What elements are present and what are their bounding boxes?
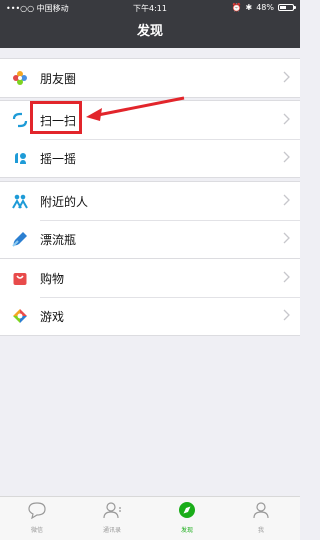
menu-label: 朋友圈 xyxy=(40,71,77,86)
menu-item-nearby[interactable]: 附近的人 xyxy=(0,182,300,220)
shopping-icon xyxy=(12,270,28,286)
drift-bottle-icon xyxy=(12,231,28,247)
tab-chats[interactable]: 微信 xyxy=(7,501,67,534)
chevron-right-icon xyxy=(283,271,290,283)
tab-bar: 微信 通讯录 发现 我 xyxy=(0,496,300,540)
menu-label: 附近的人 xyxy=(40,194,89,209)
chevron-right-icon xyxy=(283,71,290,83)
bluetooth-icon: ✱ xyxy=(245,3,253,12)
contacts-icon xyxy=(103,502,121,519)
chevron-right-icon xyxy=(283,113,290,125)
tab-me[interactable]: 我 xyxy=(231,501,291,534)
tab-label: 通讯录 xyxy=(102,527,121,534)
menu-item-shake[interactable]: 摇一摇 xyxy=(0,139,300,177)
tab-discover[interactable]: 发现 xyxy=(157,501,217,534)
discover-icon xyxy=(179,502,195,518)
battery-fill xyxy=(280,6,286,9)
menu-label: 游戏 xyxy=(40,309,65,324)
me-icon xyxy=(253,502,269,519)
group-nearby-bottle: 附近的人 漂流瓶 xyxy=(0,181,300,259)
alarm-icon: ⏰ xyxy=(231,3,242,12)
moments-icon xyxy=(12,70,28,86)
chevron-right-icon xyxy=(283,232,290,244)
tab-label: 发现 xyxy=(180,527,193,534)
tab-contacts[interactable]: 通讯录 xyxy=(82,501,142,534)
annotation-arrow xyxy=(86,96,185,121)
menu-label: 购物 xyxy=(40,271,65,286)
games-icon xyxy=(12,308,28,324)
status-right: ⏰ ✱ 48% xyxy=(231,3,296,12)
chevron-right-icon xyxy=(283,194,290,206)
menu-label: 漂流瓶 xyxy=(40,232,77,247)
battery-icon xyxy=(278,4,296,11)
nearby-icon xyxy=(12,193,28,209)
tab-label: 微信 xyxy=(30,527,43,534)
battery-percent: 48% xyxy=(256,3,274,12)
group-shopping-games: 购物 游戏 xyxy=(0,258,300,336)
chat-icon xyxy=(28,502,46,520)
status-bar: •••○○ 中国移动 下午4:11 ⏰ ✱ 48% xyxy=(0,0,300,16)
page-title: 发现 xyxy=(136,24,163,39)
scan-icon xyxy=(12,112,28,128)
menu-item-shopping[interactable]: 购物 xyxy=(0,259,300,297)
shake-icon xyxy=(12,150,28,166)
chevron-right-icon xyxy=(283,309,290,321)
menu-item-drift-bottle[interactable]: 漂流瓶 xyxy=(0,220,300,258)
top-bar: •••○○ 中国移动 下午4:11 ⏰ ✱ 48% 发现 xyxy=(0,0,300,48)
chevron-right-icon xyxy=(283,151,290,163)
menu-item-games[interactable]: 游戏 xyxy=(0,297,300,335)
tab-label: 我 xyxy=(257,527,264,534)
menu-label: 摇一摇 xyxy=(40,151,77,166)
highlight-box xyxy=(30,101,82,134)
